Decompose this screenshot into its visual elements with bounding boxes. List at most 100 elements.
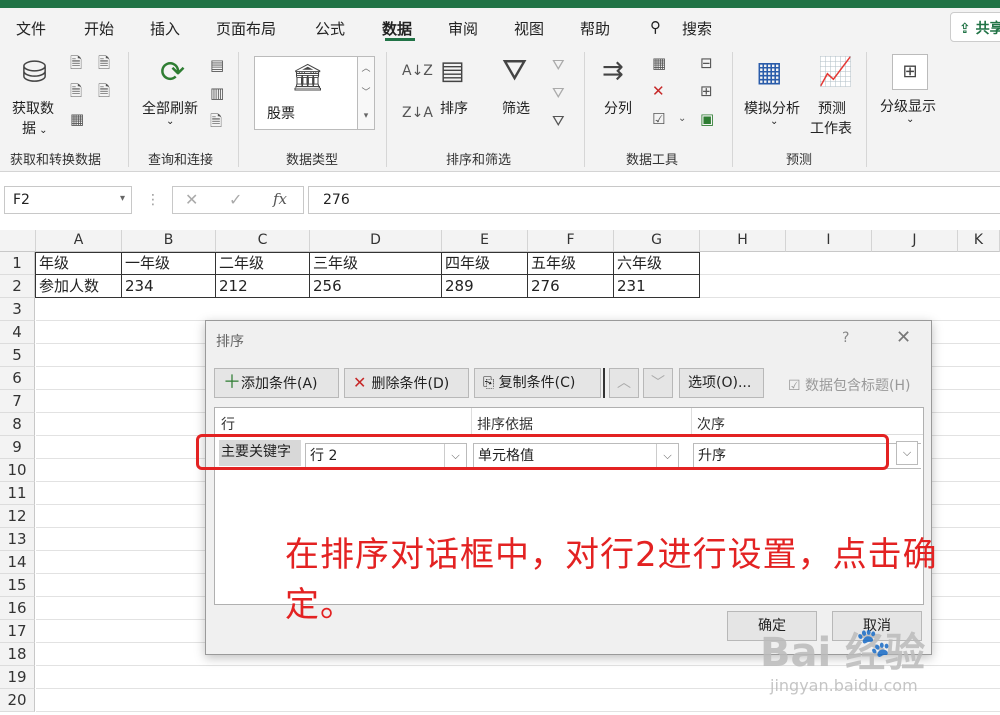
row-header[interactable]: 18 [0,643,35,666]
menu-help[interactable]: 帮助 [580,18,610,39]
forecast-sheet-icon[interactable]: 📈 [818,58,853,86]
options-button[interactable]: 选项(O)... [679,368,764,398]
help-button[interactable]: ? [842,330,849,346]
chevron-down-icon[interactable]: ⌄ [678,114,686,124]
row-header[interactable]: 17 [0,620,35,643]
menu-data[interactable]: 数据 [382,18,412,39]
gallery-scroll[interactable]: ︿ ﹀ ▾ [357,56,375,130]
recent-sources-icon[interactable]: 🗎 [98,56,110,71]
col-header-f[interactable]: F [528,230,614,252]
cell-c2[interactable]: 212 [216,275,310,298]
share-button[interactable]: ⇪ 共享 [950,12,1000,42]
drag-handle-icon[interactable]: ⋮ [146,192,160,208]
row-header[interactable]: 12 [0,505,35,528]
delete-condition-button[interactable]: ✕ 删除条件(D) [344,368,469,398]
from-table-icon[interactable]: ▦ [70,112,84,127]
col-header-j[interactable]: J [872,230,958,252]
properties-icon[interactable]: ▥ [210,86,224,101]
formula-input[interactable]: 276 [308,186,1000,214]
search-label[interactable]: 搜索 [682,18,712,39]
cell-d1[interactable]: 三年级 [310,252,442,275]
flash-fill-icon[interactable]: ▦ [652,56,666,71]
consolidate-icon[interactable]: ⊟ [700,56,713,71]
queries-connections-icon[interactable]: ▤ [210,58,224,73]
col-header-a[interactable]: A [36,230,122,252]
menu-home[interactable]: 开始 [84,18,114,39]
data-model-icon[interactable]: ▣ [700,112,714,127]
sort-descending-icon[interactable]: Z↓A [402,106,433,120]
text-to-columns-icon[interactable]: ⇉ [602,58,624,84]
row-header[interactable]: 6 [0,367,35,390]
row-header[interactable]: 2 [0,275,35,298]
col-header-d[interactable]: D [310,230,442,252]
cell-f2[interactable]: 276 [528,275,614,298]
menu-insert[interactable]: 插入 [150,18,180,39]
cell-g2[interactable]: 231 [614,275,700,298]
get-data-label-2[interactable]: 据 ⌄ [22,118,48,138]
row-header[interactable]: 11 [0,482,35,505]
menu-view[interactable]: 视图 [514,18,544,39]
chevron-down-icon[interactable]: ⌄ [166,116,174,127]
sort-icon[interactable]: ▤ [440,58,465,84]
row-header[interactable]: 20 [0,689,35,712]
filter-icon[interactable]: ⛛ [502,56,527,86]
from-text-icon[interactable]: 🗎 [70,56,82,71]
chevron-down-icon[interactable]: ﹀ [358,81,374,105]
move-up-button[interactable]: ︿ [609,368,639,398]
cell-a2[interactable]: 参加人数 [36,275,122,298]
data-validation-icon[interactable]: ☑ [652,112,665,127]
copy-condition-button[interactable]: ⎘ 复制条件(C) [474,368,601,398]
get-data-label-1[interactable]: 获取数 [12,98,54,118]
name-box[interactable]: F2 ▾ [4,186,132,214]
gallery-more-icon[interactable]: ▾ [358,105,374,127]
cell-c1[interactable]: 二年级 [216,252,310,275]
database-icon[interactable]: ⛁ [22,58,47,88]
outline-icon[interactable]: ⊞ [892,54,928,90]
chevron-down-icon[interactable]: ⌄ [770,116,778,127]
sort-ascending-icon[interactable]: A↓Z [402,64,433,78]
insert-function-icon[interactable]: fx [273,190,287,208]
cell-e2[interactable]: 289 [442,275,528,298]
col-header-k[interactable]: K [958,230,1000,252]
menu-file[interactable]: 文件 [16,18,46,39]
menu-page-layout[interactable]: 页面布局 [216,18,276,39]
search-icon[interactable]: ⚲ [650,18,661,36]
what-if-label[interactable]: 模拟分析 [744,98,800,118]
cancel-icon[interactable]: ✕ [185,190,198,209]
clear-filter-icon[interactable]: ⛛ [552,58,565,73]
row-header[interactable]: 3 [0,298,35,321]
col-header-i[interactable]: I [786,230,872,252]
advanced-filter-icon[interactable]: ⛛ [552,114,565,129]
col-header-h[interactable]: H [700,230,786,252]
sort-label[interactable]: 排序 [440,98,468,118]
menu-review[interactable]: 审阅 [448,18,478,39]
col-header-b[interactable]: B [122,230,216,252]
add-condition-button[interactable]: ＋添加条件(A) [214,368,339,398]
move-down-button[interactable]: ﹀ [643,368,673,398]
reapply-filter-icon[interactable]: ⛛ [552,86,565,101]
refresh-all-label[interactable]: 全部刷新 [142,98,198,118]
row-header[interactable]: 14 [0,551,35,574]
row-header[interactable]: 5 [0,344,35,367]
chevron-up-icon[interactable]: ︿ [358,57,374,81]
chevron-down-icon[interactable]: ⌄ [906,114,914,125]
edit-links-icon[interactable]: 🗎 [210,114,222,129]
col-header-g[interactable]: G [614,230,700,252]
row-header[interactable]: 19 [0,666,35,689]
filter-label[interactable]: 筛选 [502,98,530,118]
select-all-corner[interactable] [0,230,36,252]
cell-b2[interactable]: 234 [122,275,216,298]
row-header[interactable]: 15 [0,574,35,597]
from-web-icon[interactable]: 🗎 [70,84,82,99]
cell-b1[interactable]: 一年级 [122,252,216,275]
text-to-columns-label[interactable]: 分列 [604,98,632,118]
row-header[interactable]: 13 [0,528,35,551]
enter-icon[interactable]: ✓ [229,190,242,209]
forecast-label-2[interactable]: 工作表 [810,118,852,138]
cell-g1[interactable]: 六年级 [614,252,700,275]
chevron-down-icon[interactable]: ▾ [120,193,125,204]
remove-duplicates-icon[interactable]: ✕ [652,84,665,99]
menu-formulas[interactable]: 公式 [315,18,345,39]
col-header-c[interactable]: C [216,230,310,252]
row-header[interactable]: 10 [0,459,35,482]
